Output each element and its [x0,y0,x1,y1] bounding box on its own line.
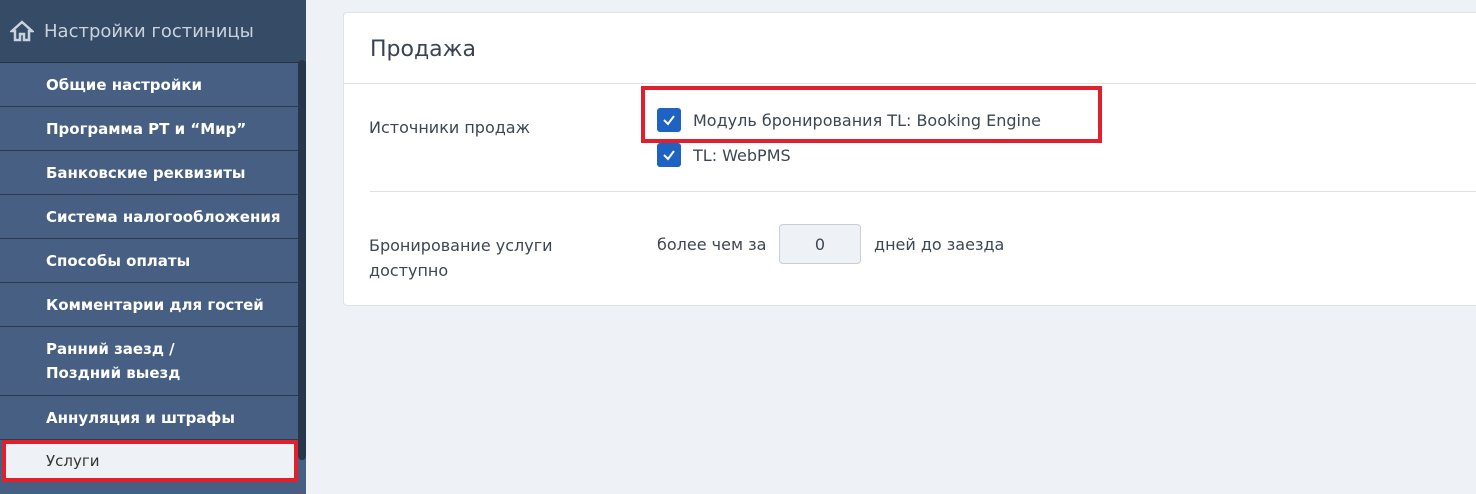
sidebar-item-payment[interactable]: Способы оплаты [0,239,298,283]
home-icon [10,20,34,42]
card-title: Продажа [344,13,1476,84]
sidebar-scrollbar[interactable] [298,60,306,460]
sidebar-item-cancellation[interactable]: Аннуляция и штрафы [0,396,298,440]
before-text: более чем за [657,235,767,254]
days-input[interactable]: 0 [779,224,861,264]
sidebar-header[interactable]: Настройки гостиницы [0,0,306,63]
sidebar-item-loyalty[interactable]: Программа РТ и “Мир” [0,107,298,151]
checkbox-checked-icon[interactable] [657,143,681,167]
source-webpms-label: TL: WebPMS [693,145,791,165]
sidebar-item-comments[interactable]: Комментарии для гостей [0,283,298,327]
booking-label: Бронирование услуги доступно [369,236,553,280]
sidebar-item-bank[interactable]: Банковские реквизиты [0,151,298,195]
sidebar-item-early-late[interactable]: Ранний заезд / Поздний выезд [0,327,298,396]
sidebar-item-services[interactable]: Услуги [2,440,298,482]
after-text: дней до заезда [874,235,1005,254]
sidebar-item-general[interactable]: Общие настройки [0,63,298,107]
divider [370,191,1476,192]
source-webpms[interactable]: TL: WebPMS [657,143,791,167]
sidebar-title: Настройки гостиницы [44,20,254,42]
sidebar: Настройки гостиницы Общие настройки Прог… [0,0,306,494]
sources-label: Источники продаж [369,118,531,137]
sidebar-item-tax[interactable]: Система налогообложения [0,195,298,239]
highlight-box [641,86,1102,143]
